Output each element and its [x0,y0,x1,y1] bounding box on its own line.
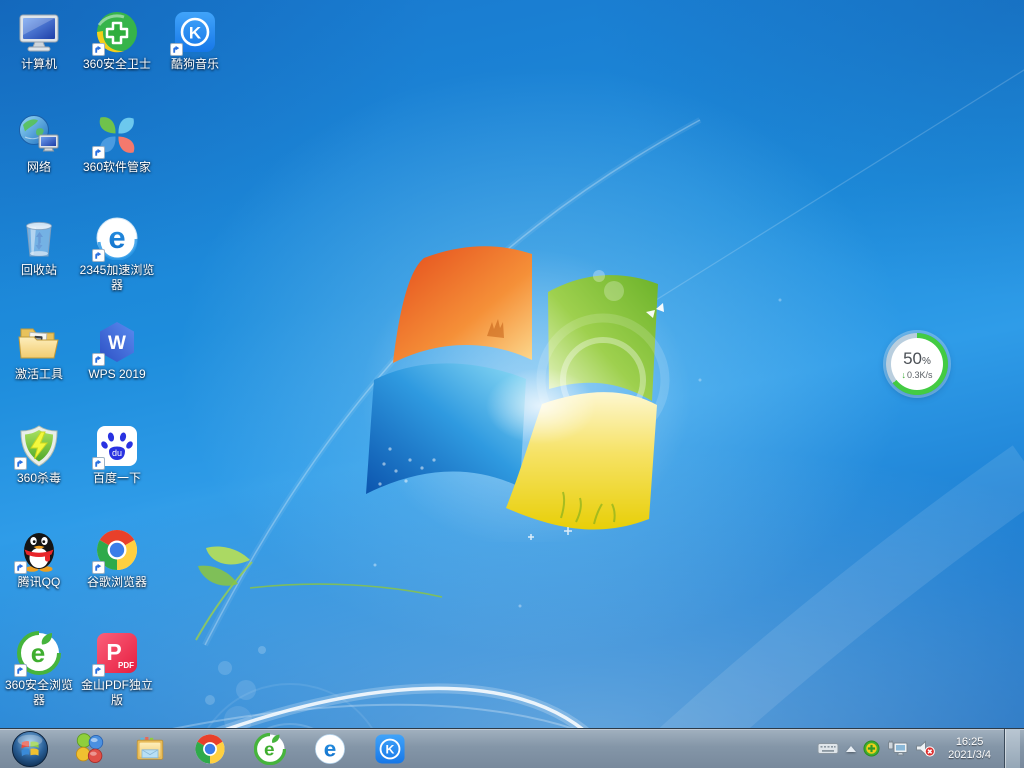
download-arrow-icon: ↓ [901,370,906,380]
tray-360-icon[interactable] [863,740,880,757]
desktop-icon-label: WPS 2019 [88,367,145,382]
svg-text:K: K [189,24,202,43]
shortcut-arrow-icon [14,561,27,574]
taskbar-2345-browser[interactable]: e [300,729,360,768]
clock[interactable]: 16:25 2021/3/4 [942,736,997,762]
show-desktop-button[interactable] [1004,729,1020,768]
desktop-icon-label: 谷歌浏览器 [87,575,147,590]
desktop-icon-activation-tool[interactable]: 激活工具 [0,320,78,382]
desktop-icon-360-software-manager[interactable]: 360软件管家 [78,113,156,175]
download-speed: ↓0.3K/s [901,370,932,380]
qq-penguin-icon [17,528,61,572]
baidu-paw-icon: du [95,424,139,468]
shortcut-arrow-icon [92,353,105,366]
desktop-icon-label: 百度一下 [93,471,141,486]
desktop-icon-2345-browser[interactable]: e 2345加速浏览器 [78,216,156,293]
taskbar-kugou-music[interactable]: K [360,729,420,768]
desktop: 计算机 网络 回收站 [0,0,1024,768]
four-petals-icon [95,113,139,157]
desktop-icon-baidu[interactable]: du 百度一下 [78,424,156,486]
shortcut-arrow-icon [92,561,105,574]
taskbar-pinwheel-app[interactable] [60,729,120,768]
show-hidden-icons-button[interactable] [846,746,856,752]
taskbar: e e K [0,728,1024,768]
desktop-icon-kingsoft-pdf[interactable]: P PDF 金山PDF独立版 [78,631,156,708]
svg-text:PDF: PDF [118,661,134,670]
start-button[interactable] [0,729,60,768]
desktop-icon-computer[interactable]: 计算机 [0,10,78,72]
desktop-icon-label: 2345加速浏览器 [79,263,155,293]
system-tray: 16:25 2021/3/4 [817,729,1024,768]
desktop-icon-label: 360安全浏览器 [1,678,77,708]
svg-text:e: e [264,739,275,760]
desktop-icon-label: 360杀毒 [17,471,61,486]
taskbar-360-safe-browser[interactable]: e [240,729,300,768]
desktop-icon-tencent-qq[interactable]: 腾讯QQ [0,528,78,590]
desktop-icon-kugou-music[interactable]: K 酷狗音乐 [156,10,234,72]
shortcut-arrow-icon [92,43,105,56]
progress-ring-inner: 50% ↓0.3K/s [891,338,943,390]
desktop-icon-label: 360软件管家 [83,160,151,175]
shield-lightning-icon [17,424,61,468]
shortcut-arrow-icon [92,146,105,159]
desktop-icon-360-safe-browser[interactable]: e 360安全浏览器 [0,631,78,708]
progress-percent: 50% [903,349,931,369]
desktop-icon-label: 360安全卫士 [83,57,151,72]
desktop-icon-label: 计算机 [21,57,57,72]
volume-muted-icon[interactable] [915,740,935,757]
download-progress-widget[interactable]: 50% ↓0.3K/s [886,333,948,395]
network-status-icon[interactable] [887,740,908,757]
desktop-icon-recycle-bin[interactable]: 回收站 [0,216,78,278]
taskbar-windows-explorer[interactable] [120,729,180,768]
shortcut-arrow-icon [170,43,183,56]
computer-icon [17,10,61,54]
folder-icon [17,320,61,364]
taskbar-empty-area [420,729,817,768]
network-icon [17,113,61,157]
svg-text:e: e [31,638,45,668]
desktop-icon-label: 腾讯QQ [18,575,61,590]
taskbar-chrome[interactable] [180,729,240,768]
svg-text:W: W [108,333,126,354]
chrome-icon [95,528,139,572]
desktop-icon-chrome[interactable]: 谷歌浏览器 [78,528,156,590]
desktop-icon-label: 酷狗音乐 [171,57,219,72]
desktop-icon-network[interactable]: 网络 [0,113,78,175]
input-keyboard-icon[interactable] [817,741,839,756]
desktop-icon-360-safeguard[interactable]: 360安全卫士 [78,10,156,72]
desktop-icon-wps-2019[interactable]: W WPS 2019 [78,320,156,382]
shortcut-arrow-icon [14,664,27,677]
windows-7-logo [356,238,690,542]
pdf-icon: P PDF [95,631,139,675]
desktop-icon-label: 网络 [27,160,51,175]
desktop-icon-label: 金山PDF独立版 [79,678,155,708]
recycle-bin-icon [17,216,61,260]
desktop-icon-label: 回收站 [21,263,57,278]
svg-text:K: K [386,742,395,756]
shortcut-arrow-icon [14,457,27,470]
svg-text:e: e [108,220,125,255]
desktop-icon-360-antivirus[interactable]: 360杀毒 [0,424,78,486]
wps-hexagon-icon: W [95,320,139,364]
kugou-icon: K [173,10,217,54]
clock-date: 2021/3/4 [948,749,991,762]
green-e-browser-icon: e [17,631,61,675]
shortcut-arrow-icon [92,664,105,677]
shortcut-arrow-icon [92,249,105,262]
blue-e-browser-icon: e [95,216,139,260]
up-arrow-icon [846,746,856,752]
360-sphere-icon [95,10,139,54]
desktop-icon-label: 激活工具 [15,367,63,382]
shortcut-arrow-icon [92,457,105,470]
clock-time: 16:25 [948,736,991,749]
svg-text:du: du [112,448,122,458]
svg-text:e: e [324,736,337,761]
